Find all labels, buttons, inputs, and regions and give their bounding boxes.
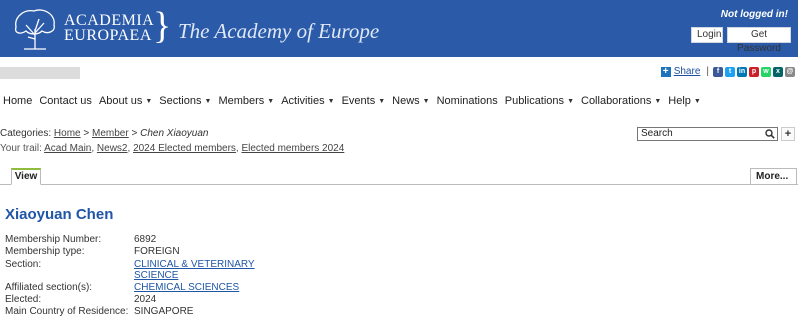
- caret-down-icon: ▼: [204, 98, 212, 105]
- caret-down-icon: ▼: [567, 98, 574, 105]
- membership-number: 6892: [134, 234, 157, 245]
- caret-down-icon: ▼: [654, 98, 662, 105]
- loading-placeholder: [0, 67, 80, 79]
- whatsapp-icon[interactable]: w: [761, 66, 771, 77]
- search-icon[interactable]: [765, 129, 775, 139]
- breadcrumb-member-link[interactable]: Member: [92, 128, 129, 139]
- tab-view[interactable]: View: [11, 168, 41, 185]
- nav-item-news[interactable]: News ▼: [392, 95, 429, 107]
- main-nav: Home Contact us About us ▼ Sections ▼ Memb…: [3, 94, 708, 108]
- login-status: Not logged in!: [720, 9, 788, 20]
- membership-type: FOREIGN: [134, 246, 180, 257]
- pinterest-icon[interactable]: p: [749, 66, 759, 77]
- caret-down-icon: ▼: [422, 98, 430, 105]
- banner-title: The Academy of Europe: [178, 19, 380, 43]
- search-input[interactable]: Search: [637, 127, 778, 141]
- tree-logo-icon[interactable]: [10, 5, 60, 51]
- linkedin-icon[interactable]: in: [737, 66, 747, 77]
- add-button[interactable]: +: [781, 127, 795, 141]
- breadcrumb-current: Chen Xiaoyuan: [140, 128, 209, 139]
- search-text: Search: [641, 128, 673, 139]
- nav-item-about-us[interactable]: About us ▼: [99, 95, 152, 107]
- page-title: Xiaoyuan Chen: [5, 206, 114, 223]
- field-label: Section:: [5, 259, 42, 270]
- nav-item-home[interactable]: Home: [3, 95, 32, 107]
- nav-item-contact-us[interactable]: Contact us: [39, 95, 92, 107]
- share-plus-icon[interactable]: +: [660, 66, 671, 77]
- nav-item-nominations[interactable]: Nominations: [437, 95, 498, 107]
- section-link-line1: CLINICAL & VETERINARY: [134, 259, 255, 270]
- brace-decoration: }: [153, 5, 172, 47]
- nav-item-activities[interactable]: Activities ▼: [281, 95, 334, 107]
- login-button[interactable]: Login: [691, 27, 723, 43]
- twitter-icon[interactable]: t: [725, 66, 735, 77]
- country-of-residence: SINGAPORE: [134, 306, 194, 317]
- field-label: Elected:: [5, 294, 42, 305]
- caret-down-icon: ▼: [267, 98, 275, 105]
- nav-item-events[interactable]: Events ▼: [342, 95, 386, 107]
- trail-link[interactable]: Acad Main: [44, 143, 91, 154]
- org-name-line2: EUROPAEA: [64, 27, 152, 44]
- site-banner: ACADEMIA EUROPAEA } The Academy of Europ…: [0, 0, 798, 57]
- nav-item-sections[interactable]: Sections ▼: [159, 95, 211, 107]
- caret-down-icon: ▼: [378, 98, 386, 105]
- nav-item-collaborations[interactable]: Collaborations ▼: [581, 95, 661, 107]
- field-label: Membership Number:: [5, 234, 102, 245]
- nav-item-help[interactable]: Help ▼: [668, 95, 701, 107]
- trail-link[interactable]: News2: [97, 143, 128, 154]
- trail-link[interactable]: Elected members 2024: [241, 143, 344, 154]
- caret-down-icon: ▼: [145, 98, 153, 105]
- trail-link[interactable]: 2024 Elected members: [133, 143, 236, 154]
- org-name-line1: ACADEMIA: [64, 12, 155, 29]
- email-icon[interactable]: @: [785, 66, 795, 77]
- breadcrumb-separator: >: [83, 128, 90, 139]
- xing-icon[interactable]: x: [773, 66, 783, 77]
- org-name[interactable]: ACADEMIA EUROPAEA: [64, 12, 155, 44]
- nav-item-publications[interactable]: Publications ▼: [505, 95, 574, 107]
- field-label: Affiliated section(s):: [5, 282, 93, 293]
- breadcrumb: Categories: Home > Member > Chen Xiaoyua…: [0, 128, 209, 139]
- caret-down-icon: ▼: [327, 98, 335, 105]
- nav-item-members[interactable]: Members ▼: [218, 95, 274, 107]
- share-separator: |: [706, 66, 709, 77]
- share-link[interactable]: Share: [674, 66, 701, 77]
- tab-divider: [0, 184, 798, 185]
- field-label: Main Country of Residence:: [5, 306, 129, 317]
- share-bar: + Share | f t in p w x @: [660, 66, 795, 77]
- get-password-button[interactable]: Get Password: [727, 27, 791, 54]
- tab-more[interactable]: More...: [750, 168, 797, 185]
- breadcrumb-prefix: Categories:: [0, 128, 52, 139]
- trail-prefix: Your trail:: [0, 143, 42, 154]
- elected-year: 2024: [134, 294, 157, 305]
- user-trail: Your trail: Acad Main, News2, 2024 Elect…: [0, 143, 345, 154]
- facebook-icon[interactable]: f: [713, 66, 723, 77]
- affiliated-section-link[interactable]: CHEMICAL SCIENCES: [134, 282, 239, 293]
- field-label: Membership type:: [5, 246, 85, 257]
- section-link-line2: SCIENCE: [134, 270, 179, 281]
- breadcrumb-separator: >: [131, 128, 138, 139]
- breadcrumb-home-link[interactable]: Home: [54, 128, 81, 139]
- caret-down-icon: ▼: [693, 98, 701, 105]
- section-link[interactable]: CLINICAL & VETERINARY SCIENCE: [134, 259, 255, 281]
